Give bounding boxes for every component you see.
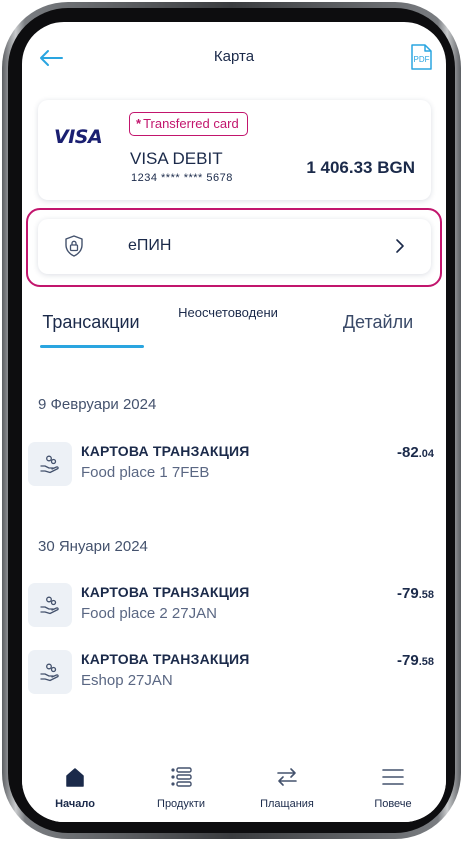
shield-lock-icon (65, 235, 83, 257)
amount-decimal: .04 (418, 448, 434, 460)
date-header: 30 Януари 2024 (38, 538, 148, 555)
tab-transactions[interactable]: Трансакции (36, 312, 146, 333)
nav-item-products[interactable]: Продукти (128, 750, 234, 822)
transaction-title: КАРТОВА ТРАНЗАКЦИЯ (81, 584, 250, 600)
transaction-amount: -82.04 (397, 444, 434, 461)
transaction-amount: -79.58 (397, 585, 434, 602)
transaction-amount: -79.58 (397, 652, 434, 669)
pdf-export-button[interactable]: PDF (410, 44, 432, 70)
card-balance: 1 406.33 BGN (306, 158, 415, 177)
transaction-row[interactable]: КАРТОВА ТРАНЗАКЦИЯ Food place 2 27JAN -7… (22, 583, 446, 633)
hand-coins-icon (40, 455, 59, 474)
nav-label-home: Начало (55, 798, 95, 810)
transaction-description: Food place 1 7FEB (81, 464, 210, 481)
transferred-card-badge: * Transferred card (129, 112, 248, 136)
transaction-icon-box (28, 650, 72, 694)
amount-integer: -82 (397, 444, 419, 461)
chevron-right-icon (396, 239, 404, 253)
tab-pending[interactable]: Неосчетоводени (172, 304, 284, 321)
top-bar: Карта PDF (22, 22, 446, 94)
card-number: 1234 **** **** 5678 (131, 172, 233, 184)
transaction-icon-box (28, 442, 72, 486)
date-header: 9 Февруари 2024 (38, 396, 157, 413)
menu-icon (382, 769, 404, 785)
nav-label-payments: Плащания (260, 798, 314, 810)
badge-label: Transferred card (143, 116, 239, 131)
hand-coins-icon (40, 663, 59, 682)
pdf-icon-label: PDF (414, 55, 430, 64)
nav-label-products: Продукти (157, 798, 205, 810)
nav-label-more: Повече (374, 798, 412, 810)
transaction-description: Eshop 27JAN (81, 672, 173, 689)
home-icon (66, 768, 84, 787)
transaction-description: Food place 2 27JAN (81, 605, 217, 622)
app-screen: Карта PDF VISA * Transferred card VISA DE… (22, 22, 446, 822)
transaction-title: КАРТОВА ТРАНЗАКЦИЯ (81, 651, 250, 667)
hand-coins-icon (40, 596, 59, 615)
epin-label: еПИН (128, 237, 172, 254)
amount-decimal: .58 (418, 589, 434, 601)
nav-item-more[interactable]: Повече (340, 750, 446, 822)
amount-integer: -79 (397, 652, 419, 669)
products-list-icon (171, 767, 192, 787)
amount-integer: -79 (397, 585, 419, 602)
visa-logo: VISA (54, 126, 103, 148)
card-summary: VISA * Transferred card VISA DEBIT 1234 *… (38, 100, 431, 200)
transfer-arrows-icon (277, 768, 297, 786)
active-tab-indicator (40, 345, 144, 348)
badge-star: * (136, 116, 142, 131)
pdf-icon: PDF (411, 44, 432, 70)
nav-item-payments[interactable]: Плащания (234, 750, 340, 822)
bottom-navigation: Начало Продукти Плащания Повече (22, 750, 446, 822)
page-title: Карта (213, 48, 255, 65)
card-name: VISA DEBIT (130, 149, 223, 168)
tab-details[interactable]: Детайли (328, 312, 428, 333)
transaction-title: КАРТОВА ТРАНЗАКЦИЯ (81, 443, 250, 459)
transaction-row[interactable]: КАРТОВА ТРАНЗАКЦИЯ Food place 1 7FEB -82… (22, 442, 446, 492)
nav-item-home[interactable]: Начало (22, 750, 128, 822)
transaction-row[interactable]: КАРТОВА ТРАНЗАКЦИЯ Eshop 27JAN -79.58 (22, 650, 446, 700)
amount-decimal: .58 (418, 656, 434, 668)
transaction-icon-box (28, 583, 72, 627)
epin-row[interactable]: еПИН (38, 219, 431, 274)
